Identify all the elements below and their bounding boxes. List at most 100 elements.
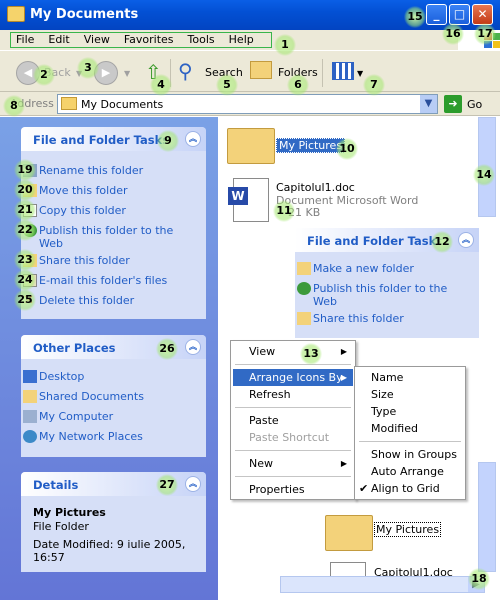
arrange-by-modified[interactable]: Modified <box>357 420 463 437</box>
folder-icon <box>61 97 77 110</box>
callout-marker: 9 <box>157 130 179 152</box>
horizontal-scrollbar[interactable]: ▶ <box>280 576 485 593</box>
file-my-pictures[interactable]: My Pictures <box>276 138 346 153</box>
task-delete-folder[interactable]: ✕Delete this folder <box>23 294 199 307</box>
panel-header[interactable]: Details ︽ <box>21 472 206 496</box>
place-network[interactable]: My Network Places <box>23 430 199 443</box>
share-icon <box>297 312 311 325</box>
callout-marker: 15 <box>404 6 426 28</box>
context-item-refresh[interactable]: Refresh <box>233 386 353 403</box>
callout-marker: 24 <box>14 269 36 291</box>
menu-label[interactable]: Paste <box>249 414 279 427</box>
folder-icon <box>7 6 25 22</box>
show-in-groups[interactable]: Show in Groups <box>357 446 463 463</box>
task-move-folder[interactable]: Move this folder <box>23 184 199 197</box>
menu-label[interactable]: Properties <box>249 483 305 496</box>
context-item-arrange-icons[interactable]: Arrange Icons By ▶ <box>233 369 353 386</box>
task-label[interactable]: Share this folder <box>39 254 130 267</box>
place-label[interactable]: Desktop <box>39 370 84 383</box>
network-icon <box>23 430 37 443</box>
arrange-by-size[interactable]: Size <box>357 386 463 403</box>
go-arrow-icon[interactable]: ➜ <box>444 95 462 113</box>
task-label[interactable]: E-mail this folder's files <box>39 274 167 287</box>
folder-icon[interactable] <box>227 128 275 164</box>
file-capitolul1[interactable]: Capitolul1.doc <box>276 181 355 194</box>
place-desktop[interactable]: Desktop <box>23 370 199 383</box>
context-item-view[interactable]: View ▶ <box>233 343 353 360</box>
collapse-chevron-icon[interactable]: ︽ <box>185 339 201 355</box>
callout-marker: 13 <box>300 343 322 365</box>
callout-marker: 27 <box>156 474 178 496</box>
folder-icon[interactable] <box>325 515 373 551</box>
menu-favorites[interactable]: Favorites <box>119 33 183 47</box>
menu-edit[interactable]: Edit <box>43 33 78 47</box>
go-button[interactable]: Go <box>467 98 482 111</box>
submenu-arrow-icon: ▶ <box>340 459 347 468</box>
menu-label[interactable]: New <box>249 457 273 470</box>
task-label[interactable]: Publish this folder to the Web <box>313 282 447 308</box>
details-panel: Details ︽ My Pictures File Folder Date M… <box>21 472 206 572</box>
task-share-folder[interactable]: Share this folder <box>23 254 199 267</box>
arrange-by-name[interactable]: Name <box>357 369 463 386</box>
menu-help[interactable]: Help <box>224 33 263 47</box>
menu-file[interactable]: File <box>11 33 43 47</box>
toolbar-separator <box>322 59 323 87</box>
close-button[interactable]: ✕ <box>472 4 493 25</box>
task-publish-web[interactable]: Publish this folder to the Web <box>23 224 199 250</box>
task-label[interactable]: Delete this folder <box>39 294 134 307</box>
menu-label[interactable]: Arrange Icons By <box>249 371 343 384</box>
align-to-grid[interactable]: ✔ Align to Grid <box>357 480 463 497</box>
place-label[interactable]: My Computer <box>39 410 113 423</box>
collapse-chevron-icon[interactable]: ︽ <box>458 232 474 248</box>
task-label[interactable]: Make a new folder <box>313 262 414 275</box>
place-my-computer[interactable]: My Computer <box>23 410 199 423</box>
task-label[interactable]: Move this folder <box>39 184 128 197</box>
forward-dropdown-icon[interactable]: ▼ <box>124 69 130 78</box>
context-item-paste[interactable]: Paste <box>233 412 353 429</box>
search-icon[interactable]: ⚲ <box>178 59 193 83</box>
task-label[interactable]: Publish this folder to the Web <box>39 224 173 250</box>
task-label[interactable]: Share this folder <box>313 312 404 325</box>
maximize-button[interactable]: □ <box>449 4 470 25</box>
menu-label[interactable]: View <box>249 345 275 358</box>
task-label[interactable]: Copy this folder <box>39 204 126 217</box>
file-my-pictures[interactable]: My Pictures <box>374 522 442 537</box>
auto-arrange[interactable]: Auto Arrange <box>357 463 463 480</box>
context-item-new[interactable]: New ▶ <box>233 455 353 472</box>
menu-bar: File Edit View Favorites Tools Help <box>0 30 500 50</box>
views-dropdown-icon[interactable]: ▼ <box>357 69 363 78</box>
views-icon[interactable] <box>332 62 354 80</box>
callout-marker: 11 <box>273 200 295 222</box>
arrange-by-type[interactable]: Type <box>357 403 463 420</box>
task-copy-folder[interactable]: Copy this folder <box>23 204 199 217</box>
shared-folder-icon <box>23 390 37 403</box>
task-email-files[interactable]: E-mail this folder's files <box>23 274 199 287</box>
folders-icon[interactable] <box>250 61 272 79</box>
minimize-button[interactable]: _ <box>426 4 447 25</box>
context-item-properties[interactable]: Properties <box>233 481 353 498</box>
file-folder-tasks-panel: File and Folder Tasks ︽ Rename this fold… <box>21 127 206 319</box>
word-document-icon[interactable]: W <box>228 178 269 222</box>
menu-label[interactable]: Refresh <box>249 388 291 401</box>
collapse-chevron-icon[interactable]: ︽ <box>185 476 201 492</box>
menu-view[interactable]: View <box>79 33 119 47</box>
task-publish-web[interactable]: Publish this folder to the Web <box>297 282 473 308</box>
panel-header[interactable]: Other Places ︽ <box>21 335 206 359</box>
place-label[interactable]: Shared Documents <box>39 390 144 403</box>
menu-label[interactable]: Align to Grid <box>371 482 440 495</box>
place-label[interactable]: My Network Places <box>39 430 143 443</box>
task-share-folder[interactable]: Share this folder <box>297 312 473 325</box>
menu-tools[interactable]: Tools <box>183 33 224 47</box>
task-label[interactable]: Rename this folder <box>39 164 143 177</box>
menu-label: Paste Shortcut <box>249 431 330 444</box>
task-make-new-folder[interactable]: Make a new folder <box>297 262 473 275</box>
callout-marker: 16 <box>442 23 464 45</box>
toolbar: ◀ Back ▼ ▶ ▼ ⇧ ⚲ Search Folders ▼ <box>0 50 500 92</box>
address-dropdown-icon[interactable]: ▼ <box>420 95 437 113</box>
vertical-scrollbar[interactable] <box>478 462 496 572</box>
address-field[interactable]: My Documents ▼ <box>57 94 438 114</box>
place-shared-documents[interactable]: Shared Documents <box>23 390 199 403</box>
collapse-chevron-icon[interactable]: ︽ <box>185 131 201 147</box>
address-value[interactable]: My Documents <box>81 98 163 111</box>
task-rename-folder[interactable]: Rename this folder <box>23 164 199 177</box>
